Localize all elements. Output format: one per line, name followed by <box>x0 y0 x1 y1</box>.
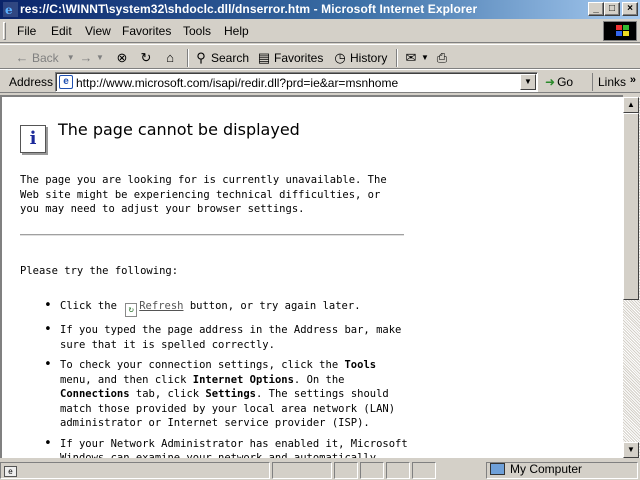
bullet-bold: Tools <box>344 359 377 371</box>
page-heading: The page cannot be displayed <box>58 120 300 139</box>
bullet-text: tab, click <box>135 388 200 400</box>
standard-toolbar: ← Back ▼ → ▼ ⊗ ↻ ⌂ ⚲ Search ▤ Favorites … <box>0 44 640 69</box>
list-item: Click the ↻Refresh button, or try again … <box>40 299 410 317</box>
history-button[interactable]: ◷ History <box>332 49 387 66</box>
divider <box>20 234 404 236</box>
scroll-thumb[interactable] <box>623 113 639 300</box>
menu-file[interactable]: File <box>17 24 36 38</box>
status-bar: e My Computer <box>0 460 640 480</box>
refresh-icon: ↻ <box>140 49 152 65</box>
history-label: History <box>350 50 388 65</box>
go-button[interactable]: ➜ Go <box>545 75 573 89</box>
address-bar: Address e http://www.microsoft.com/isapi… <box>0 69 640 93</box>
bullet-text: button, or try again later. <box>189 300 361 312</box>
title-bar: e res://C:\WINNT\system32\shdoclc.dll/dn… <box>0 0 640 19</box>
favorites-label: Favorites <box>274 50 324 65</box>
svg-text:e: e <box>5 3 13 17</box>
status-pane <box>360 462 384 479</box>
go-label: Go <box>557 75 574 89</box>
status-pane <box>272 462 332 479</box>
windows-logo-icon <box>603 21 637 41</box>
page-content: i The page cannot be displayed The page … <box>0 95 623 458</box>
address-label: Address <box>9 75 54 89</box>
search-label: Search <box>211 50 250 65</box>
back-arrow-icon: ← <box>15 49 29 65</box>
back-button[interactable]: ← Back ▼ <box>14 49 75 66</box>
address-input[interactable]: e http://www.microsoft.com/isapi/redir.d… <box>55 72 538 92</box>
stop-icon: ⊗ <box>116 49 128 65</box>
menu-tools[interactable]: Tools <box>183 24 211 38</box>
vertical-scrollbar[interactable]: ▲ ▼ <box>623 97 640 458</box>
print-button[interactable]: ⎙ <box>434 49 452 66</box>
maximize-button[interactable]: □ <box>604 2 620 16</box>
search-button[interactable]: ⚲ Search <box>193 49 249 66</box>
history-icon: ◷ <box>334 49 346 65</box>
links-button[interactable]: Links <box>592 73 626 91</box>
menu-bar: File Edit View Favorites Tools Help <box>0 19 640 43</box>
toolbar-separator <box>187 49 189 67</box>
page-status-icon: e <box>4 466 17 477</box>
favorites-folder-icon: ▤ <box>257 49 271 65</box>
page-icon: e <box>59 75 73 89</box>
bullet-text: . On the <box>293 373 345 386</box>
bullet-bold: Internet Options <box>192 373 294 386</box>
ie-logo-icon: e <box>3 2 18 17</box>
computer-icon <box>490 463 505 475</box>
minimize-button[interactable]: _ <box>588 2 604 16</box>
bullet-text: Click the <box>60 300 117 312</box>
status-pane <box>412 462 436 479</box>
refresh-icon: ↻ <box>125 303 138 317</box>
status-pane <box>334 462 358 479</box>
menu-view[interactable]: View <box>85 24 111 38</box>
address-dropdown-icon[interactable]: ▼ <box>520 74 536 90</box>
printer-icon: ⎙ <box>436 49 448 65</box>
address-url[interactable]: http://www.microsoft.com/isapi/redir.dll… <box>76 76 398 90</box>
zone-label: My Computer <box>510 462 583 476</box>
window-title: res://C:\WINNT\system32\shdoclc.dll/dnse… <box>20 2 478 16</box>
list-item: To check your connection settings, click… <box>40 358 410 431</box>
links-chevron-icon[interactable]: » <box>630 74 636 86</box>
favorites-button[interactable]: ▤ Favorites <box>256 49 324 66</box>
stop-button[interactable]: ⊗ <box>114 49 132 66</box>
try-label: Please try the following: <box>20 265 179 277</box>
menu-grip[interactable] <box>3 22 6 40</box>
mail-dropdown-icon[interactable]: ▼ <box>421 53 429 62</box>
toolbar-separator <box>396 49 398 67</box>
scroll-up-button[interactable]: ▲ <box>623 97 639 113</box>
list-item: If you typed the page address in the Add… <box>40 323 410 352</box>
forward-button[interactable]: → ▼ <box>78 49 104 66</box>
home-icon: ⌂ <box>166 49 174 65</box>
menu-edit[interactable]: Edit <box>51 24 72 38</box>
menu-favorites[interactable]: Favorites <box>122 24 171 38</box>
error-description: The page you are looking for is currentl… <box>20 174 387 215</box>
close-button[interactable]: × <box>622 2 638 16</box>
scroll-down-button[interactable]: ▼ <box>623 442 639 458</box>
info-icon: i <box>20 125 46 153</box>
search-icon: ⚲ <box>196 49 206 65</box>
suggestion-list: Click the ↻Refresh button, or try again … <box>40 299 410 458</box>
links-label: Links <box>598 75 627 89</box>
refresh-button[interactable]: ↻ <box>138 49 156 66</box>
refresh-link[interactable]: Refresh <box>139 300 183 312</box>
forward-dropdown-icon[interactable]: ▼ <box>96 53 104 62</box>
back-dropdown-icon[interactable]: ▼ <box>67 53 75 62</box>
status-pane <box>386 462 410 479</box>
menu-help[interactable]: Help <box>224 24 249 38</box>
list-item: If your Network Administrator has enable… <box>40 437 410 459</box>
security-zone: My Computer <box>490 462 582 476</box>
status-pane-main: e <box>0 462 270 479</box>
back-label: Back <box>32 50 59 65</box>
mail-icon: ✉ <box>405 49 417 65</box>
bullet-text: menu, and then click <box>60 373 187 386</box>
bullet-bold: Settings <box>205 388 256 400</box>
bullet-text: To check your connection settings, click… <box>60 359 339 371</box>
forward-arrow-icon: → <box>79 49 93 65</box>
go-arrow-icon: ➜ <box>545 75 556 89</box>
mail-button[interactable]: ✉ ▼ <box>403 49 429 66</box>
home-button[interactable]: ⌂ <box>162 49 180 66</box>
bullet-bold: Connections <box>60 388 130 400</box>
